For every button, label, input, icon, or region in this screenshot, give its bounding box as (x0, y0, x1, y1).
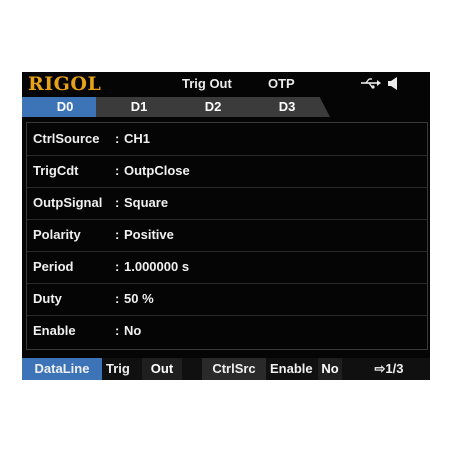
tab-label: D0 (56, 99, 74, 114)
param-row-duty[interactable]: Duty : 50 % (27, 283, 427, 316)
instrument-screen: RIGOL Trig Out OTP D0 D1 D2 D3 CtrlSourc… (22, 72, 430, 380)
param-separator: : (115, 323, 120, 338)
status-bar: RIGOL Trig Out OTP (22, 72, 430, 96)
tab-d1[interactable]: D1 (96, 97, 182, 117)
param-row-period[interactable]: Period : 1.000000 s (27, 251, 427, 284)
tab-label: D1 (130, 99, 148, 114)
param-value: Square (124, 195, 169, 210)
softkey-value: Out (142, 358, 182, 380)
trig-softkey[interactable]: Trig Out (106, 358, 200, 380)
tab-d3[interactable]: D3 (244, 97, 330, 117)
param-row-trigcdt[interactable]: TrigCdt : OutpClose (27, 155, 427, 188)
param-label: Duty (33, 291, 62, 306)
softkey-bar: DataLine Trig Out CtrlSrc Enable No ⇨1/3 (22, 358, 430, 380)
param-row-ctrlsource[interactable]: CtrlSource : CH1 (27, 123, 427, 156)
param-separator: : (115, 227, 120, 242)
otp-indicator: OTP (268, 76, 295, 91)
param-label: Polarity (33, 227, 81, 242)
softkey-label: Enable (270, 361, 313, 376)
speaker-icon (388, 77, 398, 90)
tab-label: D2 (204, 99, 222, 114)
param-row-outpsignal[interactable]: OutpSignal : Square (27, 187, 427, 220)
param-label: CtrlSource (33, 131, 100, 146)
tab-d2[interactable]: D2 (170, 97, 256, 117)
parameter-panel: CtrlSource : CH1 TrigCdt : OutpClose Out… (26, 122, 428, 350)
param-separator: : (115, 259, 120, 274)
brand-logo: RIGOL (28, 73, 102, 95)
mode-label: Trig Out (182, 76, 232, 91)
param-row-enable[interactable]: Enable : No (27, 315, 427, 347)
param-label: OutpSignal (33, 195, 103, 210)
usb-icon (360, 76, 382, 93)
next-page-softkey[interactable]: ⇨1/3 (348, 358, 430, 380)
enable-softkey[interactable]: Enable No (270, 358, 342, 380)
param-label: Enable (33, 323, 76, 338)
page-indicator: ⇨1/3 (374, 361, 404, 376)
softkey-label: CtrlSrc (212, 361, 256, 376)
param-value: CH1 (124, 131, 151, 146)
softkey-label: DataLine (34, 361, 90, 376)
param-value: Positive (124, 227, 174, 242)
param-value: OutpClose (124, 163, 190, 178)
softkey-value: No (318, 358, 342, 380)
param-row-polarity[interactable]: Polarity : Positive (27, 219, 427, 252)
ctrlsrc-softkey[interactable]: CtrlSrc (202, 358, 266, 380)
param-value: No (124, 323, 142, 338)
param-label: Period (33, 259, 74, 274)
softkey-label: Trig (106, 361, 130, 376)
tab-d0[interactable]: D0 (22, 97, 108, 117)
param-separator: : (115, 163, 120, 178)
param-separator: : (115, 291, 120, 306)
dataline-softkey[interactable]: DataLine (22, 358, 102, 380)
param-separator: : (115, 131, 120, 146)
tab-label: D3 (278, 99, 296, 114)
param-label: TrigCdt (33, 163, 79, 178)
param-value: 50 % (124, 291, 154, 306)
param-separator: : (115, 195, 120, 210)
channel-tabs: D0 D1 D2 D3 (22, 97, 430, 117)
param-value: 1.000000 s (124, 259, 190, 274)
